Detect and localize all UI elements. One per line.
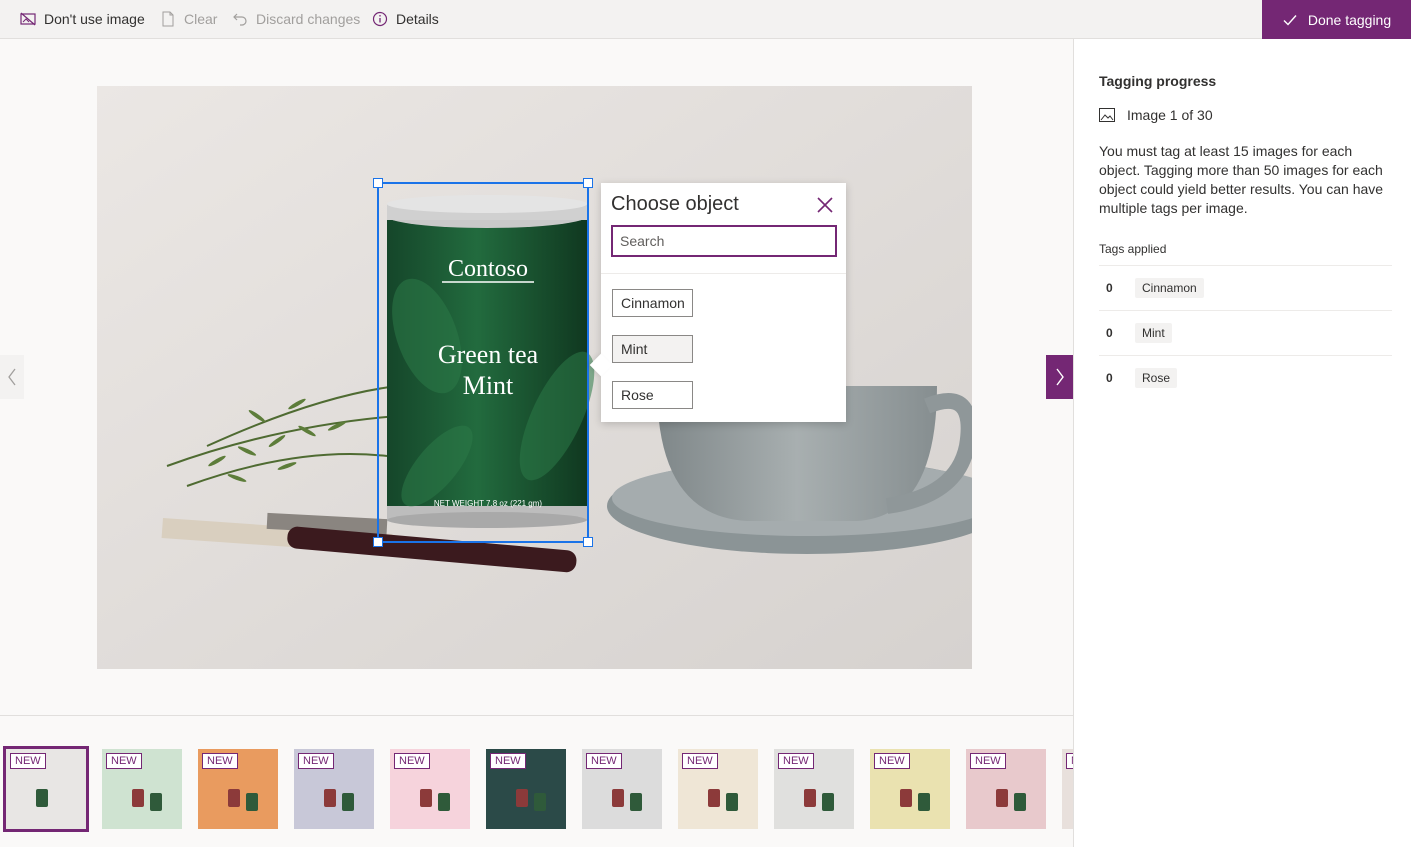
tag-option-rose[interactable]: Rose — [612, 381, 693, 409]
next-image-button[interactable] — [1046, 355, 1073, 399]
new-badge: NEW — [490, 753, 526, 769]
new-badge: NEW — [394, 753, 430, 769]
thumbnail-can — [612, 789, 624, 807]
close-button[interactable] — [815, 195, 835, 215]
bounding-box[interactable] — [373, 178, 593, 547]
resize-handle-bottom-left[interactable] — [373, 537, 383, 547]
tag-pill: Cinnamon — [1135, 278, 1204, 298]
thumbnail[interactable]: NEW — [678, 749, 758, 829]
thumbnail-can — [438, 793, 450, 811]
clear-page-icon — [162, 11, 174, 27]
tag-option-mint[interactable]: Mint — [612, 335, 693, 363]
new-badge: NEW — [874, 753, 910, 769]
chevron-left-icon — [8, 368, 16, 386]
tags-applied-label: Tags applied — [1099, 242, 1167, 256]
thumbnail[interactable]: NEW — [198, 749, 278, 829]
tagging-progress-panel: Tagging progress Image 1 of 30 You must … — [1073, 39, 1411, 847]
new-badge: NEW — [778, 753, 814, 769]
image-canvas-area: Contoso Green tea Mint NET WEIGHT 7.8 oz… — [0, 39, 1073, 715]
checkmark-icon — [1283, 14, 1297, 26]
tag-option-cinnamon[interactable]: Cinnamon — [612, 289, 693, 317]
tagging-instructions: You must tag at least 15 images for each… — [1099, 143, 1384, 216]
thumbnail-can — [36, 789, 48, 807]
thumbnail[interactable]: NEW — [966, 749, 1046, 829]
tag-row-rose: 0 Rose — [1099, 355, 1392, 400]
thumbnail-can — [708, 789, 720, 807]
thumbnail[interactable]: NEW — [870, 749, 950, 829]
thumbnail-can — [918, 793, 930, 811]
thumbnail-can — [420, 789, 432, 807]
divider — [601, 273, 846, 274]
clear-button[interactable]: Clear — [160, 0, 217, 38]
image-count-text: Image 1 of 30 — [1127, 107, 1213, 123]
new-badge: NEW — [202, 753, 238, 769]
done-tagging-label: Done tagging — [1307, 11, 1392, 28]
tag-count: 0 — [1106, 326, 1113, 340]
thumbnail-can — [900, 789, 912, 807]
thumbnail[interactable]: NEW — [3, 746, 89, 832]
thumbnail-can — [324, 789, 336, 807]
new-badge: NEW — [106, 753, 142, 769]
new-badge: NEW — [10, 753, 46, 769]
new-badge: NEW — [682, 753, 718, 769]
resize-handle-bottom-right[interactable] — [583, 537, 593, 547]
details-label: Details — [396, 11, 439, 27]
tag-count: 0 — [1106, 281, 1113, 295]
clear-label: Clear — [184, 11, 218, 27]
thumbnail-can — [246, 793, 258, 811]
new-badge: NEW — [1066, 753, 1073, 769]
new-badge: NEW — [970, 753, 1006, 769]
thumbnail[interactable]: NEW — [102, 749, 182, 829]
choose-object-popup: Choose object Cinnamon Mint Rose — [589, 183, 846, 422]
thumbnail-can — [630, 793, 642, 811]
tag-pill: Mint — [1135, 323, 1172, 343]
thumbnail-can — [516, 789, 528, 807]
popup-title: Choose object — [611, 193, 739, 215]
tag-count: 0 — [1106, 371, 1113, 385]
thumbnail-can — [726, 793, 738, 811]
image-filmstrip: NEW NEW NEW NEW NEW NEW NEW NEW NEW NEW NEW NEW — [0, 715, 1073, 847]
thumbnail-can — [822, 793, 834, 811]
tag-pill: Rose — [1135, 368, 1178, 388]
dont-use-image-button[interactable]: Don't use image — [20, 0, 145, 38]
done-tagging-button[interactable]: Done tagging — [1262, 0, 1411, 39]
close-icon — [817, 197, 833, 213]
chevron-right-icon — [1055, 368, 1064, 386]
thumbnail-can — [132, 789, 144, 807]
thumbnail-can — [534, 793, 546, 811]
thumbnail-can — [342, 793, 354, 811]
new-badge: NEW — [298, 753, 334, 769]
thumbnail-can — [150, 793, 162, 811]
dont-use-image-label: Don't use image — [44, 11, 145, 27]
thumbnail-can — [996, 789, 1008, 807]
thumbnail[interactable]: NEW — [486, 749, 566, 829]
details-button[interactable]: Details — [372, 0, 439, 38]
thumbnail[interactable]: NEW — [390, 749, 470, 829]
tag-row-cinnamon: 0 Cinnamon — [1099, 265, 1392, 310]
thumbnail[interactable]: NEW — [294, 749, 374, 829]
image-count: Image 1 of 30 — [1099, 107, 1213, 123]
thumbnail[interactable]: NEW — [1062, 749, 1073, 829]
image-icon — [1099, 108, 1115, 122]
resize-handle-top-left[interactable] — [373, 178, 383, 188]
thumbnail-can — [228, 789, 240, 807]
undo-icon — [233, 13, 247, 26]
toolbar: Don't use image Clear Discard changes De… — [0, 0, 1411, 39]
discard-changes-label: Discard changes — [256, 11, 361, 27]
search-input[interactable] — [611, 225, 837, 257]
tag-row-mint: 0 Mint — [1099, 310, 1392, 355]
image-off-icon — [20, 12, 36, 26]
panel-title: Tagging progress — [1099, 73, 1217, 89]
new-badge: NEW — [586, 753, 622, 769]
thumbnail-can — [1014, 793, 1026, 811]
thumbnail[interactable]: NEW — [582, 749, 662, 829]
resize-handle-top-right[interactable] — [583, 178, 593, 188]
info-icon — [372, 11, 388, 27]
thumbnail-can — [804, 789, 816, 807]
discard-changes-button[interactable]: Discard changes — [232, 0, 360, 38]
previous-image-button[interactable] — [0, 355, 24, 399]
thumbnail[interactable]: NEW — [774, 749, 854, 829]
